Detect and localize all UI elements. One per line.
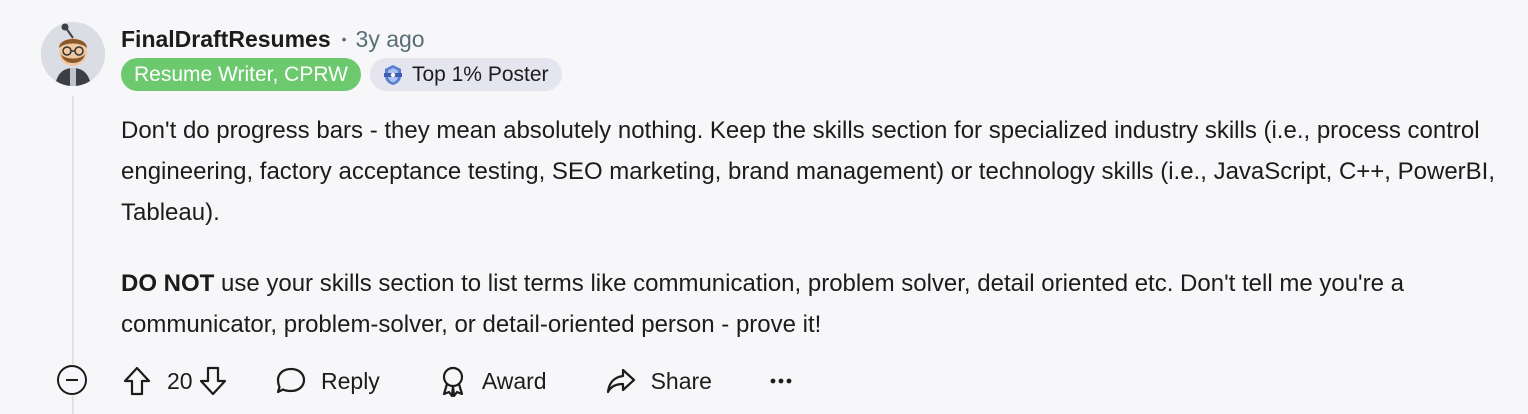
- flair-resume-writer: Resume Writer, CPRW: [121, 58, 361, 91]
- share-arrow-icon: [606, 368, 635, 394]
- top-poster-badge-icon: [382, 64, 404, 86]
- comment-paragraph-text: use your skills section to list terms li…: [121, 270, 1404, 338]
- collapse-thread-button[interactable]: [56, 364, 88, 396]
- downvote-button[interactable]: [195, 361, 231, 401]
- timestamp[interactable]: 3y ago: [356, 26, 425, 53]
- arrow-up-icon: [123, 366, 151, 396]
- arrow-down-icon: [199, 366, 227, 396]
- user-flairs: Resume Writer, CPRW Top 1% Poster: [121, 58, 562, 91]
- speech-bubble-icon: [276, 367, 306, 394]
- comment-paragraph: DO NOT use your skills section to list t…: [121, 263, 1501, 345]
- comment-actions: 20 Reply Award Share: [119, 360, 792, 402]
- reply-label: Reply: [321, 367, 380, 394]
- upvote-button[interactable]: [119, 361, 155, 401]
- username-link[interactable]: FinalDraftResumes: [121, 26, 331, 53]
- minus-circle-icon: [57, 365, 87, 395]
- award-label: Award: [481, 367, 547, 394]
- vote-score: 20: [167, 367, 193, 394]
- avatar-image: [41, 22, 105, 86]
- award-button[interactable]: Award: [438, 361, 547, 401]
- ellipsis-icon: [770, 378, 792, 384]
- comment-header: FinalDraftResumes • 3y ago: [121, 24, 425, 54]
- award-ribbon-icon: [442, 366, 463, 397]
- flair-top-poster: Top 1% Poster: [369, 58, 562, 91]
- avatar[interactable]: [41, 22, 105, 86]
- share-label: Share: [650, 367, 712, 394]
- emphasis-text: DO NOT: [121, 270, 215, 297]
- more-options-button[interactable]: [770, 361, 792, 401]
- comment-paragraph: Don't do progress bars - they mean absol…: [121, 117, 1496, 226]
- comment-body: Don't do progress bars - they mean absol…: [121, 110, 1501, 345]
- reply-button[interactable]: Reply: [275, 361, 380, 401]
- share-button[interactable]: Share: [605, 361, 712, 401]
- separator-dot: •: [341, 31, 347, 47]
- top-poster-label: Top 1% Poster: [411, 62, 549, 86]
